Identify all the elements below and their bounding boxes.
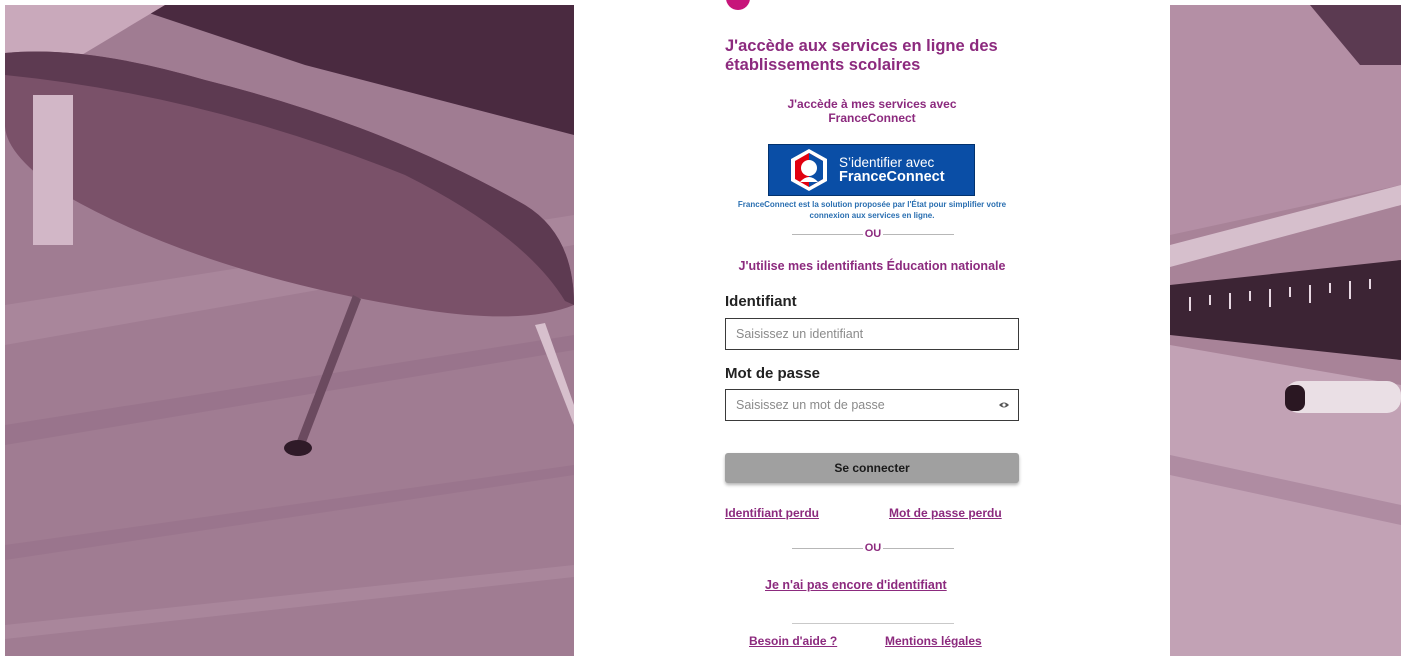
lost-password-link[interactable]: Mot de passe perdu — [889, 506, 1002, 520]
separator-or-label: OU — [864, 228, 882, 240]
separator-or-2: OU — [792, 542, 954, 554]
password-input[interactable] — [725, 389, 1019, 421]
background-photo-right — [1170, 5, 1401, 656]
franceconnect-button[interactable]: S’identifier avec FranceConnect — [768, 144, 975, 196]
franceconnect-button-line1: S’identifier avec — [839, 155, 935, 170]
help-link[interactable]: Besoin d'aide ? — [749, 634, 837, 648]
franceconnect-description: FranceConnect est la solution proposée p… — [737, 200, 1007, 220]
no-identifiant-link[interactable]: Je n'ai pas encore d'identifiant — [765, 578, 947, 592]
education-nationale-heading: J'utilise mes identifiants Éducation nat… — [738, 259, 1006, 273]
franceconnect-logo-icon — [791, 149, 827, 191]
separator-or: OU — [792, 228, 954, 240]
legal-notices-link[interactable]: Mentions légales — [885, 634, 982, 648]
separator-or-label-2: OU — [864, 542, 882, 554]
login-submit-button[interactable]: Se connecter — [725, 453, 1019, 483]
footer-divider — [792, 623, 954, 624]
lost-identifiant-link[interactable]: Identifiant perdu — [725, 506, 819, 520]
password-label: Mot de passe — [725, 365, 821, 382]
identifiant-label: Identifiant — [725, 293, 797, 310]
franceconnect-button-line2: FranceConnect — [839, 169, 945, 185]
identifiant-input[interactable] — [725, 318, 1019, 350]
classroom-desk-illustration — [5, 5, 574, 656]
login-panel: J'accède aux services en ligne des établ… — [574, 0, 1170, 656]
show-password-eye-icon[interactable] — [999, 401, 1009, 409]
ruler-and-pen-illustration — [1170, 5, 1401, 656]
page-title: J'accède aux services en ligne des établ… — [725, 37, 998, 74]
franceconnect-heading: J'accède à mes services avec FranceConne… — [787, 97, 957, 125]
background-photo-left — [5, 5, 574, 656]
site-logo-icon — [726, 0, 750, 10]
